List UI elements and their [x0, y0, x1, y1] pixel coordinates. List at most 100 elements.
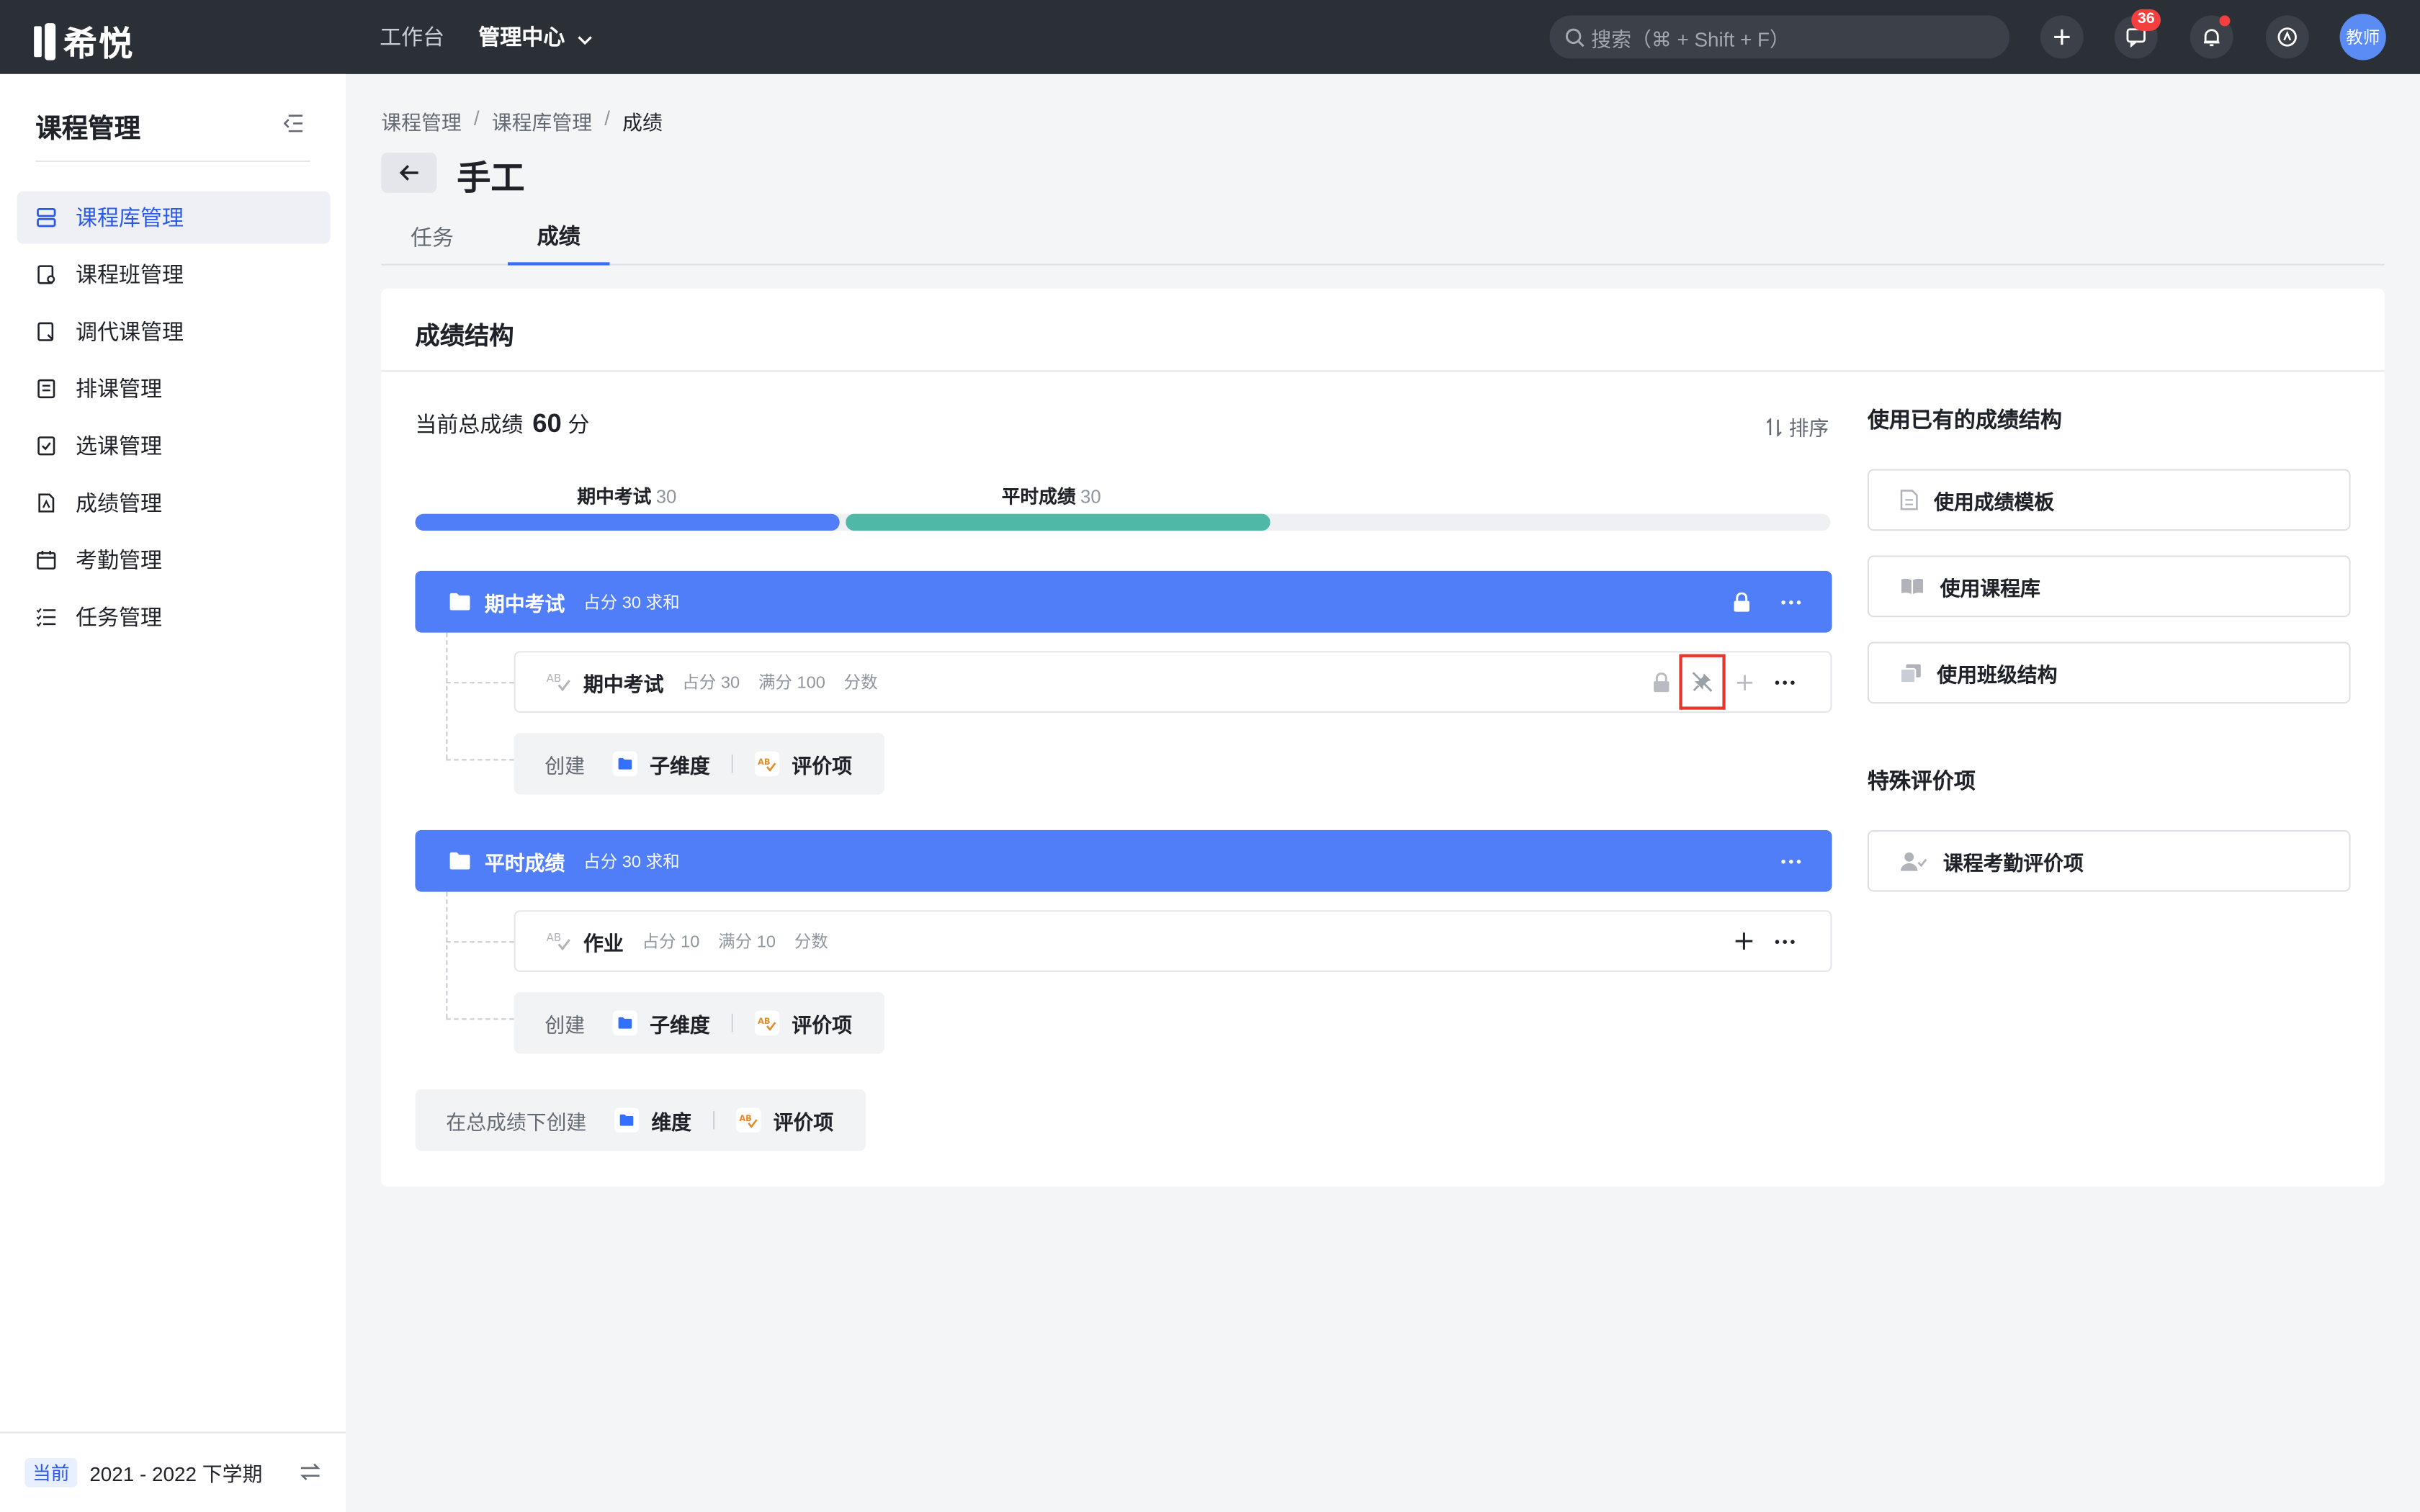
eval-item-icon: AB: [754, 751, 780, 776]
search-placeholder: 搜索（⌘ + Shift + F）: [1591, 27, 1790, 50]
sidebar-item-course-selection[interactable]: 选课管理: [17, 420, 331, 472]
total-score: 当前总成绩 60 分: [415, 409, 589, 440]
tab-tasks[interactable]: 任务: [381, 210, 483, 265]
message-count-badge: 36: [2131, 9, 2161, 31]
sort-button[interactable]: 排序: [1765, 412, 1829, 441]
back-button[interactable]: [381, 153, 437, 193]
collapse-sidebar-button[interactable]: [282, 112, 304, 140]
compass-icon: [2277, 27, 2297, 47]
svg-text:AB: AB: [739, 1113, 751, 1122]
logo-mark-icon: [34, 23, 58, 60]
add-child-button[interactable]: [1726, 932, 1762, 950]
logo-text: 希悦: [63, 24, 135, 63]
lock-icon[interactable]: [1645, 672, 1676, 692]
checklist-icon: [35, 435, 57, 456]
search-input[interactable]: 搜索（⌘ + Shift + F）: [1549, 15, 2009, 59]
tab-grades[interactable]: 成绩: [508, 210, 610, 266]
tree-connector: [446, 941, 514, 943]
add-child-button[interactable]: [1726, 673, 1762, 690]
sidebar-item-tasks[interactable]: 任务管理: [17, 591, 331, 644]
create-row-midterm: 创建 子维度 AB 评价项: [514, 732, 884, 795]
use-class-structure-button[interactable]: 使用班级结构: [1867, 642, 2351, 704]
tab-bar: 任务 成绩: [381, 210, 2385, 266]
sidebar: 课程管理 课程库管理 课程班管理 调代课管理 排课管理 选课管理 成绩管理 考勤…: [0, 73, 346, 1512]
breadcrumb-course-library[interactable]: 课程库管理: [492, 107, 592, 136]
use-course-library-button[interactable]: 使用课程库: [1867, 555, 2351, 618]
create-sub-dimension-button[interactable]: 子维度: [612, 1008, 710, 1038]
current-term: 2021 - 2022 下学期: [89, 1462, 263, 1486]
breadcrumb-separator: /: [473, 106, 480, 130]
more-icon[interactable]: [1781, 599, 1801, 604]
create-eval-item-button[interactable]: AB 评价项: [736, 1105, 833, 1135]
item-actions: [1726, 912, 1806, 970]
arrow-left-icon: [399, 165, 418, 181]
group-header-regular[interactable]: 平时成绩 占分 30 求和: [415, 829, 1832, 892]
more-icon[interactable]: [1762, 939, 1806, 943]
sidebar-item-attendance[interactable]: 考勤管理: [17, 534, 331, 586]
schedule-icon: [35, 378, 57, 400]
folder-icon: [449, 593, 470, 611]
switch-term-icon[interactable]: [300, 1462, 321, 1485]
create-sub-dimension-button[interactable]: 子维度: [612, 749, 710, 778]
eval-item-icon: AB: [547, 931, 570, 951]
more-icon[interactable]: [1762, 680, 1806, 684]
svg-text:AB: AB: [547, 672, 562, 685]
breadcrumb-course-mgmt[interactable]: 课程管理: [381, 107, 461, 136]
collapse-icon: [283, 114, 302, 132]
breadcrumb: 课程管理 / 课程库管理 / 成绩: [381, 107, 663, 136]
plus-icon: [1735, 932, 1753, 950]
term-selector[interactable]: 当前 2021 - 2022 下学期: [0, 1431, 346, 1512]
total-score-value: 60: [532, 408, 562, 438]
more-icon[interactable]: [1781, 858, 1801, 863]
messages-button[interactable]: 36: [2114, 9, 2161, 59]
sidebar-divider: [35, 160, 310, 162]
eval-item-icon: AB: [547, 672, 570, 692]
swap-icon: [35, 321, 57, 343]
create-eval-item-button[interactable]: AB 评价项: [754, 1008, 852, 1038]
apps-button[interactable]: [2265, 15, 2309, 59]
class-icon: [35, 264, 57, 285]
avatar[interactable]: 教师: [2339, 14, 2386, 60]
notification-dot: [2219, 15, 2231, 27]
folder-icon: [449, 852, 470, 870]
calendar-icon: [35, 549, 57, 571]
use-grade-template-button[interactable]: 使用成绩模板: [1867, 469, 2351, 531]
logo[interactable]: 希悦: [34, 17, 134, 67]
breadcrumb-separator: /: [604, 106, 611, 130]
sidebar-item-course-class[interactable]: 课程班管理: [17, 248, 331, 301]
sidebar-title: 课程管理: [35, 114, 141, 144]
tree-connector: [446, 632, 448, 760]
breadcrumb-current: 成绩: [622, 111, 663, 135]
sidebar-item-substitution[interactable]: 调代课管理: [17, 305, 331, 358]
book-icon: [1900, 577, 1924, 595]
divider: [713, 1110, 715, 1130]
attendance-eval-item-button[interactable]: 课程考勤评价项: [1867, 829, 2351, 892]
current-term-tag: 当前: [24, 1457, 78, 1488]
page-title: 手工: [457, 158, 525, 198]
sidebar-item-scheduling[interactable]: 排课管理: [17, 363, 331, 415]
create-eval-item-button[interactable]: AB 评价项: [754, 749, 852, 778]
copy-icon: [1899, 662, 1922, 683]
nav-admin-center[interactable]: 管理中心: [478, 22, 593, 53]
sidebar-item-course-library[interactable]: 课程库管理: [17, 191, 331, 244]
plus-icon: [1736, 674, 1752, 690]
list-item-homework[interactable]: AB 作业 占分 10 满分 10 分数: [514, 910, 1832, 972]
lock-icon[interactable]: [1733, 591, 1750, 612]
notifications-button[interactable]: [2190, 15, 2233, 59]
group-header-midterm[interactable]: 期中考试 占分 30 求和: [415, 570, 1832, 633]
unpin-icon: [1692, 672, 1713, 692]
tree-connector: [446, 891, 448, 1019]
create-dimension-button[interactable]: 维度: [614, 1105, 691, 1135]
nav-workbench[interactable]: 工作台: [380, 22, 444, 53]
add-button[interactable]: [2040, 15, 2084, 59]
sidebar-item-grades[interactable]: 成绩管理: [17, 477, 331, 529]
eval-item-icon: AB: [736, 1107, 761, 1133]
top-bar: 希悦 工作台 管理中心 搜索（⌘ + Shift + F） 36 教师: [0, 0, 2420, 74]
card-title: 成绩结构: [415, 324, 514, 351]
search-icon: [1565, 27, 1585, 48]
tree-connector: [446, 682, 514, 684]
score-progress-bar: [415, 513, 1831, 531]
unpin-button[interactable]: [1679, 654, 1726, 710]
list-item-midterm-exam[interactable]: AB 期中考试 占分 30 满分 100 分数: [514, 651, 1832, 713]
divider: [731, 754, 733, 773]
